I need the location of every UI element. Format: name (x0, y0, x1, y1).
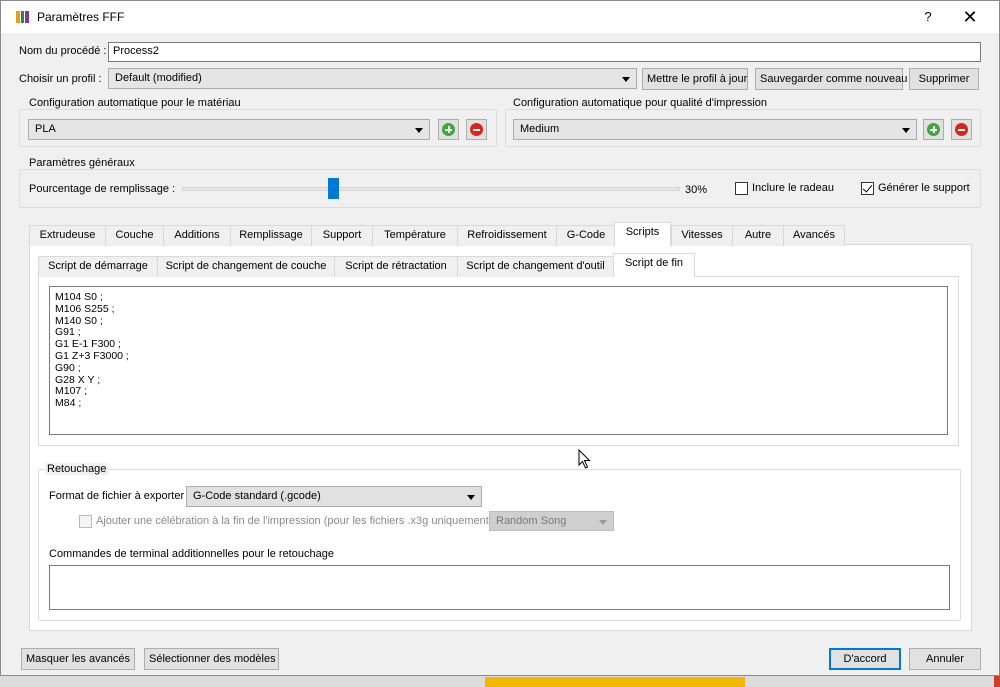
terminal-commands-label: Commandes de terminal additionnelles pou… (49, 548, 334, 560)
minus-icon (955, 123, 968, 136)
song-select[interactable]: Random Song (489, 511, 614, 531)
tab-additions[interactable]: Additions (163, 225, 231, 246)
end-script-editor[interactable]: M104 S0 ; M106 S255 ; M140 S0 ; G91 ; G1… (49, 286, 948, 435)
subtab-retraction-script[interactable]: Script de rétractation (334, 256, 458, 277)
add-quality-button[interactable] (923, 119, 944, 140)
quality-select[interactable]: Medium (513, 119, 917, 140)
subtab-tool-change-script[interactable]: Script de changement d'outil (457, 256, 614, 277)
script-line: G1 E-1 F300 ; (55, 338, 121, 351)
script-line: G28 X Y ; (55, 373, 101, 386)
tab-remplissage[interactable]: Remplissage (230, 225, 312, 246)
cancel-button[interactable]: Annuler (909, 648, 981, 670)
script-line: G90 ; (55, 361, 81, 374)
subtab-layer-change-script[interactable]: Script de changement de couche (157, 256, 335, 277)
process-name-label: Nom du procédé : (19, 45, 107, 57)
tab-gcode[interactable]: G-Code (556, 225, 616, 246)
add-material-button[interactable] (438, 119, 459, 140)
app-icon (16, 11, 30, 23)
raft-label[interactable]: Inclure le radeau (752, 182, 834, 194)
support-label[interactable]: Générer le support (878, 182, 970, 194)
subtab-end-script[interactable]: Script de fin (613, 253, 695, 277)
export-format-label: Format de fichier à exporter (49, 490, 185, 502)
profile-select-value: Default (modified) (115, 72, 202, 84)
tab-vitesses[interactable]: Vitesses (671, 225, 733, 246)
chevron-down-icon (467, 495, 475, 500)
terminal-commands-input[interactable] (49, 565, 950, 610)
script-line: M106 S255 ; (55, 302, 115, 315)
celebration-checkbox[interactable] (79, 515, 92, 528)
chevron-down-icon (902, 128, 910, 133)
process-name-input[interactable]: Process2 (108, 42, 981, 62)
save-as-new-button[interactable]: Sauvegarder comme nouveau (755, 68, 907, 90)
script-line: M107 ; (55, 385, 88, 398)
close-icon[interactable]: ✕ (958, 6, 982, 28)
tab-extrudeuse[interactable]: Extrudeuse (29, 225, 106, 246)
plus-icon (927, 123, 940, 136)
mouse-cursor-icon (578, 449, 591, 469)
profile-select[interactable]: Default (modified) (108, 68, 637, 89)
title-bar[interactable]: Paramètres FFF ? ✕ (1, 1, 999, 33)
script-line: M104 S0 ; (55, 291, 103, 303)
script-line: G91 ; (55, 326, 81, 339)
fff-settings-dialog: Paramètres FFF ? ✕ Nom du procédé : Proc… (0, 0, 1000, 676)
tab-scripts[interactable]: Scripts (614, 222, 671, 246)
export-format-select[interactable]: G-Code standard (.gcode) (186, 486, 482, 507)
tab-refroidissement[interactable]: Refroidissement (457, 225, 557, 246)
infill-value: 30% (685, 184, 708, 196)
hide-advanced-button[interactable]: Masquer les avancés (21, 648, 135, 670)
tab-avances[interactable]: Avancés (783, 225, 845, 246)
remove-quality-button[interactable] (951, 119, 972, 140)
tab-support[interactable]: Support (311, 225, 373, 246)
select-models-button[interactable]: Sélectionner des modèles (144, 648, 279, 670)
infill-label: Pourcentage de remplissage : (29, 183, 176, 195)
help-button[interactable]: ? (918, 7, 938, 27)
export-format-value: G-Code standard (.gcode) (193, 490, 321, 502)
infill-slider-thumb[interactable] (328, 178, 339, 199)
ok-button[interactable]: D'accord (829, 648, 901, 670)
auto-quality-title: Configuration automatique pour qualité d… (511, 97, 770, 109)
tab-temperature[interactable]: Température (372, 225, 458, 246)
raft-checkbox[interactable] (735, 182, 748, 195)
window-title: Paramètres FFF (37, 10, 125, 24)
song-select-value: Random Song (496, 515, 567, 527)
delete-profile-button[interactable]: Supprimer (909, 68, 979, 90)
minus-icon (470, 123, 483, 136)
celebration-label: Ajouter une célébration à la fin de l'im… (96, 515, 493, 527)
plus-icon (442, 123, 455, 136)
general-settings-title: Paramètres généraux (27, 157, 137, 169)
script-line: M140 S0 ; (55, 314, 103, 327)
profile-label: Choisir un profil : (19, 73, 102, 85)
material-select-value: PLA (35, 123, 56, 135)
update-profile-button[interactable]: Mettre le profil à jour (642, 68, 748, 90)
auto-material-title: Configuration automatique pour le matéri… (27, 97, 243, 109)
chevron-down-icon (415, 128, 423, 133)
chevron-down-icon (622, 77, 630, 82)
script-line: G1 Z+3 F3000 ; (55, 349, 129, 362)
postprocessing-title: Retouchage (45, 463, 109, 475)
tab-autre[interactable]: Autre (732, 225, 784, 246)
support-checkbox[interactable] (861, 182, 874, 195)
subtab-start-script[interactable]: Script de démarrage (38, 256, 158, 277)
material-select[interactable]: PLA (28, 119, 430, 140)
script-line: M84 ; (55, 397, 82, 410)
background-object (485, 677, 745, 687)
chevron-down-icon (599, 520, 607, 525)
quality-select-value: Medium (520, 123, 560, 135)
remove-material-button[interactable] (466, 119, 487, 140)
infill-slider-track[interactable] (182, 187, 680, 191)
tab-couche[interactable]: Couche (105, 225, 164, 246)
